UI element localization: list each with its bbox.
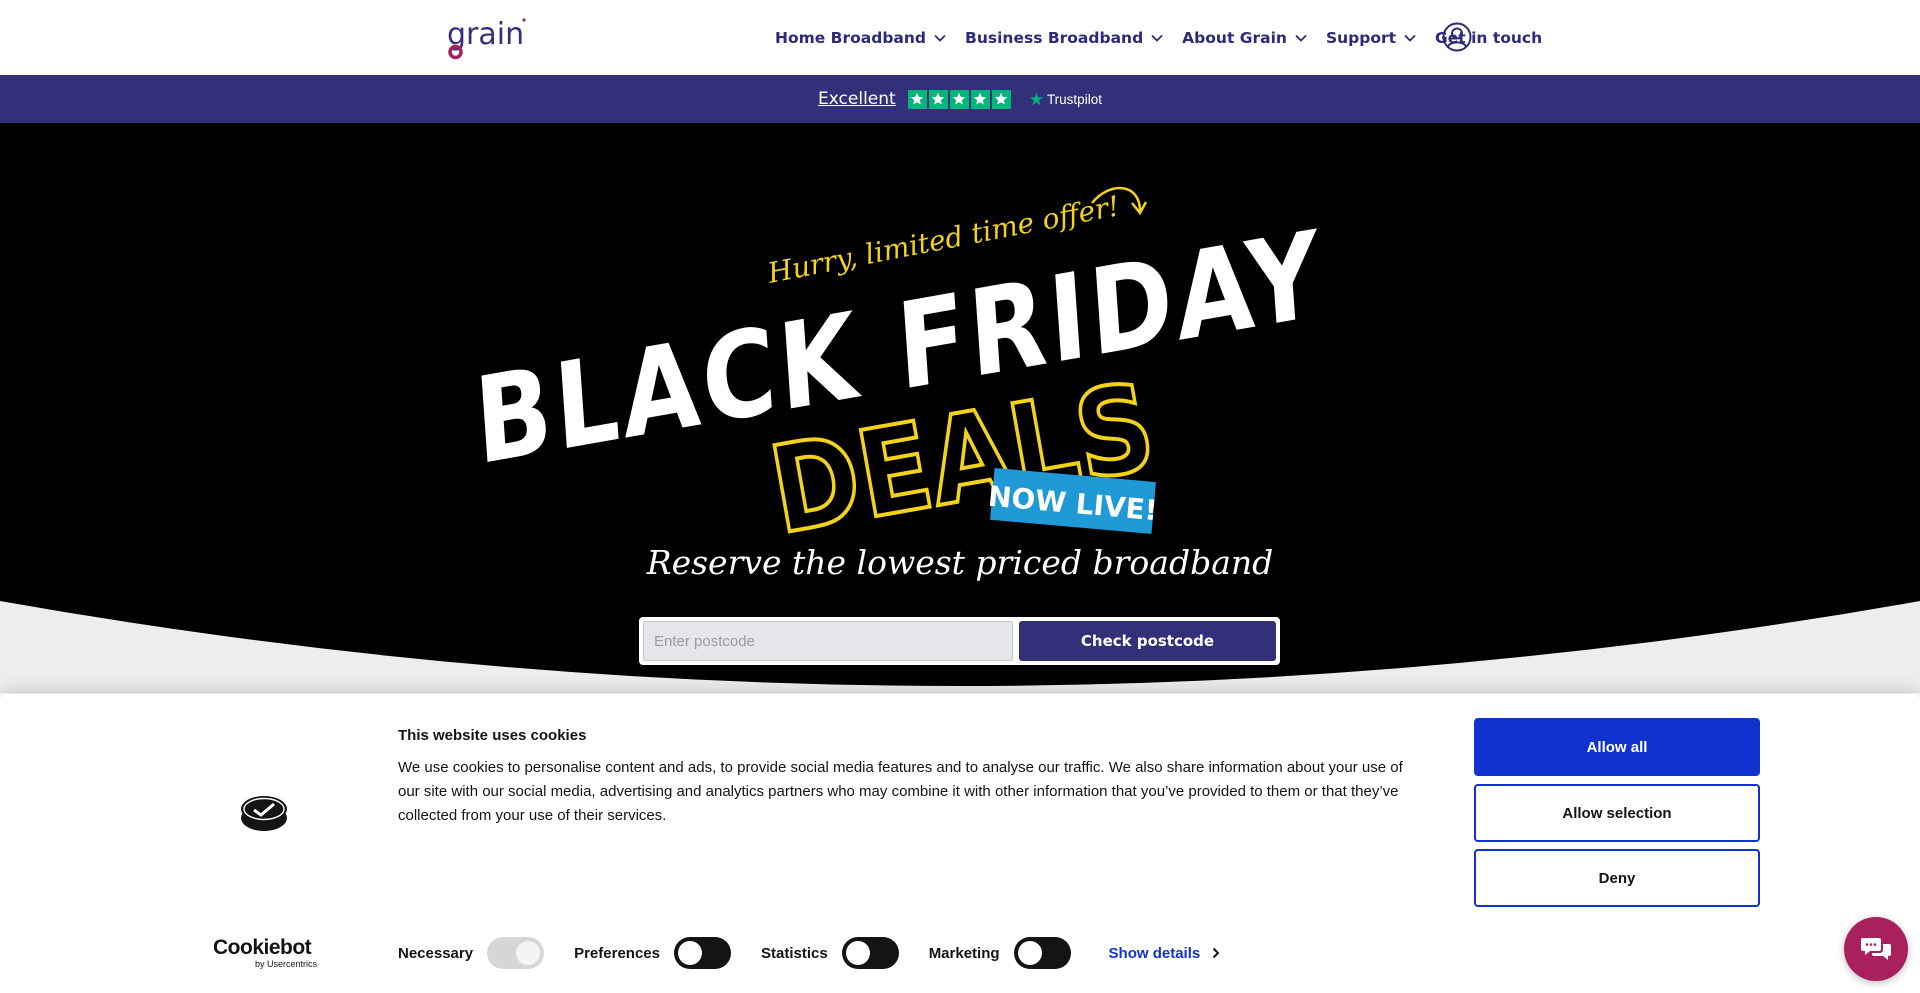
- star-icon: [991, 89, 1011, 109]
- star-icon: [970, 89, 990, 109]
- consent-toggles: Necessary Preferences Statistics Marketi…: [398, 936, 1220, 970]
- nav-about-grain[interactable]: About Grain: [1182, 29, 1308, 47]
- check-postcode-button[interactable]: Check postcode: [1019, 621, 1276, 661]
- show-details-label: Show details: [1108, 944, 1201, 962]
- trustpilot-rating-label[interactable]: Excellent: [818, 89, 896, 109]
- chevron-right-icon: [1213, 947, 1220, 959]
- nav-label: Home Broadband: [775, 28, 927, 47]
- cookiebot-subtitle: by Usercentrics: [254, 959, 317, 969]
- trustpilot-widget[interactable]: Excellent ★ Trustpilot: [818, 89, 1102, 109]
- consent-necessary: Necessary: [398, 937, 545, 969]
- statistics-toggle[interactable]: [841, 937, 899, 969]
- chevron-down-icon: [934, 34, 946, 42]
- trustpilot-logo: ★ Trustpilot: [1029, 91, 1102, 108]
- main-nav: Home Broadband Business Broadband About …: [775, 0, 1558, 75]
- site-header: grain Home Broadband Business Broadband …: [0, 0, 1920, 75]
- trustpilot-bar: Excellent ★ Trustpilot: [0, 75, 1920, 123]
- chat-bubbles-icon: [1861, 938, 1891, 960]
- nav-business-broadband[interactable]: Business Broadband: [965, 29, 1164, 47]
- consent-label: Marketing: [928, 944, 1000, 962]
- nav-support[interactable]: Support: [1326, 29, 1417, 47]
- consent-statistics: Statistics: [761, 937, 899, 969]
- star-icon: [949, 89, 969, 109]
- chevron-down-icon: [1404, 34, 1416, 42]
- consent-label: Preferences: [574, 944, 660, 962]
- deny-button[interactable]: Deny: [1474, 849, 1760, 907]
- allow-selection-button[interactable]: Allow selection: [1474, 784, 1760, 842]
- consent-marketing: Marketing: [929, 937, 1071, 969]
- preferences-toggle[interactable]: [673, 937, 731, 969]
- postcode-input[interactable]: [643, 621, 1013, 661]
- user-circle-icon[interactable]: [1442, 22, 1472, 52]
- consent-preferences: Preferences: [574, 937, 731, 969]
- hero-section: Hurry, limited time offer! BLACK FRIDAY …: [0, 123, 1920, 693]
- page: grain Home Broadband Business Broadband …: [0, 0, 1920, 993]
- chat-button[interactable]: [1844, 917, 1908, 981]
- cookiebot-wordmark: Cookiebot: [213, 936, 312, 959]
- trustpilot-name: Trustpilot: [1046, 91, 1102, 107]
- cookiebot-badge-icon: [241, 796, 287, 831]
- cookiebot-logo[interactable]: Cookiebot by Usercentrics: [213, 937, 317, 971]
- nav-label: Business Broadband: [965, 28, 1144, 47]
- necessary-toggle: [487, 937, 545, 969]
- consent-label: Necessary: [398, 944, 474, 962]
- nav-label: About Grain: [1182, 28, 1287, 47]
- cookie-consent-banner: This website uses cookies We use cookies…: [0, 694, 1920, 993]
- consent-label: Statistics: [760, 944, 828, 962]
- postcode-checker: Check postcode: [639, 617, 1280, 665]
- nav-label: Support: [1325, 28, 1397, 47]
- show-details-link[interactable]: Show details: [1109, 945, 1221, 962]
- chevron-down-icon: [1151, 34, 1163, 42]
- hero-tagline: Reserve the lowest priced broadband: [646, 543, 1274, 582]
- nav-home-broadband[interactable]: Home Broadband: [775, 29, 947, 47]
- marketing-toggle[interactable]: [1013, 937, 1071, 969]
- cookie-title: This website uses cookies: [398, 727, 587, 744]
- star-icon: [928, 89, 948, 109]
- cookie-description: We use cookies to personalise content an…: [398, 759, 1403, 824]
- star-icon: [907, 89, 927, 109]
- grain-logo[interactable]: grain: [447, 14, 527, 60]
- allow-all-button[interactable]: Allow all: [1474, 718, 1760, 776]
- trustpilot-stars: [907, 89, 1011, 109]
- chevron-down-icon: [1295, 34, 1307, 42]
- trustpilot-star-icon: ★: [1028, 89, 1044, 109]
